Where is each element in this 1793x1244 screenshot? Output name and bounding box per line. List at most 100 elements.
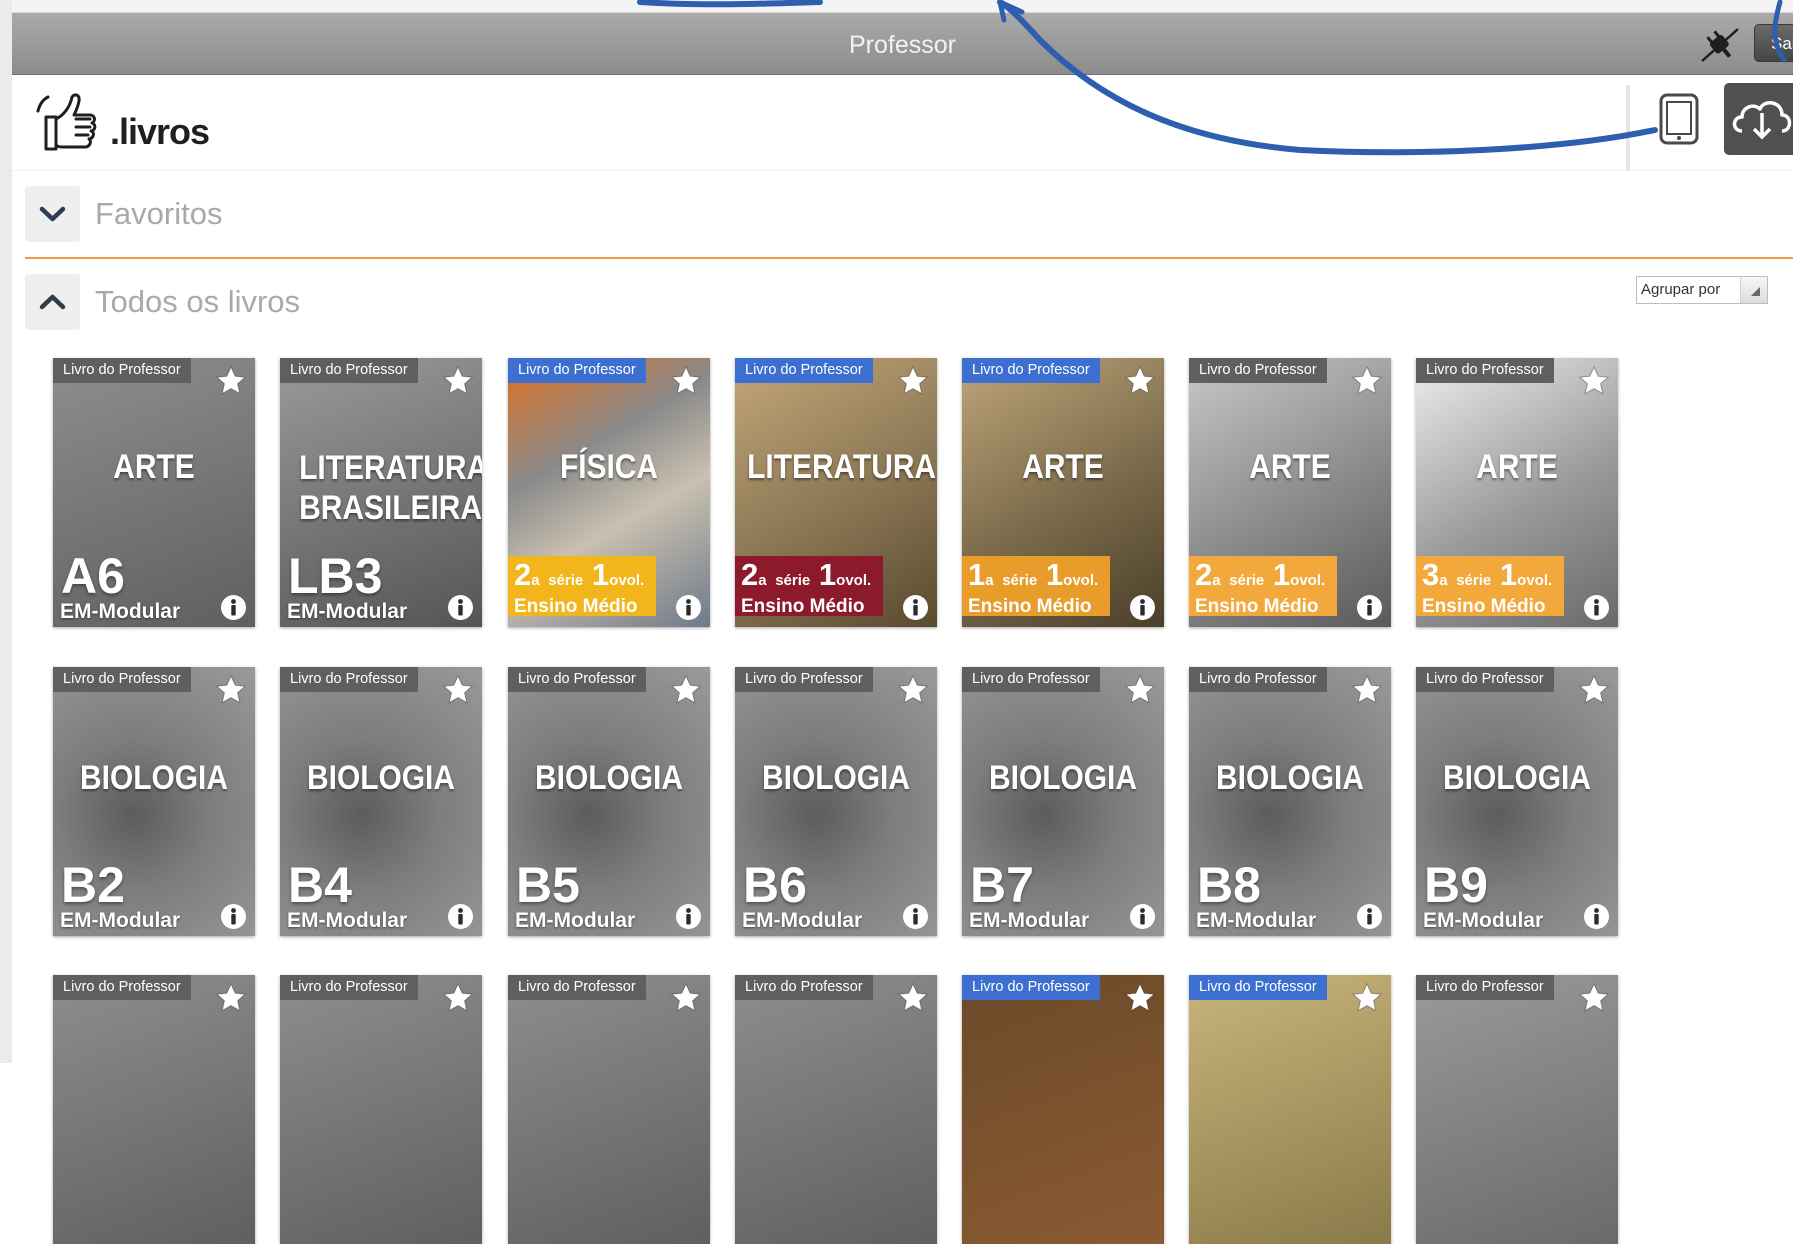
favorite-star-icon[interactable]: [1351, 365, 1383, 397]
book-cover[interactable]: Livro do Professor LITERATURA 2a série 1ov…: [735, 358, 937, 627]
book-code: B7: [970, 857, 1034, 913]
book-cover[interactable]: Livro do Professor ARTE 3a série 1ovol. Ens…: [1416, 358, 1618, 627]
chevron-up-icon: [39, 294, 66, 310]
info-icon[interactable]: [1583, 903, 1610, 930]
book-cover[interactable]: Livro do Professor: [280, 975, 482, 1244]
book-badge: Livro do Professor: [280, 358, 418, 383]
series-box: 3a série 1ovol. Ensino Médio: [1416, 556, 1564, 617]
app-logo[interactable]: .livros: [32, 89, 222, 155]
book-cover[interactable]: Livro do Professor LITERATURA BRASILEIRA L…: [280, 358, 482, 627]
book-badge: Livro do Professor: [1189, 358, 1327, 383]
series-box: 1a série 1ovol. Ensino Médio: [962, 556, 1110, 617]
book-cover[interactable]: Livro do Professor ARTE 1a série 1ovol. Ens…: [962, 358, 1164, 627]
exit-button[interactable]: Sair: [1754, 24, 1793, 62]
info-icon[interactable]: [1129, 594, 1156, 621]
favorite-star-icon[interactable]: [215, 982, 247, 1014]
all-books-toggle[interactable]: [25, 274, 80, 330]
book-code: B8: [1197, 857, 1261, 913]
book-cover[interactable]: Livro do Professor BIOLOGIA B2 EM-Modular: [53, 667, 255, 936]
series-label: série: [1002, 572, 1038, 589]
volume-ordinal: o: [609, 572, 619, 589]
cloud-download-icon: [1732, 101, 1792, 140]
info-icon[interactable]: [675, 594, 702, 621]
series-ordinal: a: [758, 572, 767, 589]
book-cover[interactable]: Livro do Professor BIOLOGIA B6 EM-Modular: [735, 667, 937, 936]
all-books-section-header[interactable]: Todos os livros: [25, 274, 1793, 330]
volume-label: vol.: [845, 572, 872, 589]
book-subtitle: EM-Modular: [1423, 909, 1544, 932]
favorites-section-header[interactable]: Favoritos: [25, 186, 1793, 242]
book-cover[interactable]: Livro do Professor FÍSICA 2a série 1ovol. E…: [508, 358, 710, 627]
group-by-select[interactable]: Agrupar por: [1636, 276, 1768, 304]
favorite-star-icon[interactable]: [1351, 674, 1383, 706]
info-icon[interactable]: [220, 594, 247, 621]
book-cover[interactable]: Livro do Professor: [53, 975, 255, 1244]
book-cover[interactable]: Livro do Professor BIOLOGIA B4 EM-Modular: [280, 667, 482, 936]
book-cover[interactable]: Livro do Professor ARTE 2a série 1ovol. Ens…: [1189, 358, 1391, 627]
favorite-star-icon[interactable]: [897, 674, 929, 706]
info-icon[interactable]: [1583, 594, 1610, 621]
book-title: ARTE: [1476, 448, 1558, 486]
favorite-star-icon[interactable]: [442, 982, 474, 1014]
info-icon[interactable]: [902, 903, 929, 930]
info-icon[interactable]: [1356, 903, 1383, 930]
book-title: ARTE: [1022, 448, 1104, 486]
favorite-star-icon[interactable]: [1351, 982, 1383, 1014]
favorite-star-icon[interactable]: [670, 674, 702, 706]
series-ordinal: a: [531, 572, 540, 589]
favorite-star-icon[interactable]: [442, 365, 474, 397]
book-cover[interactable]: Livro do Professor: [1416, 975, 1618, 1244]
favorite-star-icon[interactable]: [215, 674, 247, 706]
book-title: BIOLOGIA: [1216, 759, 1364, 797]
favorite-star-icon[interactable]: [1578, 982, 1610, 1014]
info-icon[interactable]: [1356, 594, 1383, 621]
cloud-download-button[interactable]: [1724, 83, 1793, 155]
info-icon[interactable]: [1129, 903, 1156, 930]
book-cover[interactable]: Livro do Professor BIOLOGIA B5 EM-Modular: [508, 667, 710, 936]
series-box: 2a série 1ovol. Ensino Médio: [508, 556, 656, 617]
book-cover[interactable]: Livro do Professor: [1189, 975, 1391, 1244]
book-code: A6: [61, 548, 125, 604]
book-cover[interactable]: Livro do Professor BIOLOGIA B8 EM-Modular: [1189, 667, 1391, 936]
favorite-star-icon[interactable]: [442, 674, 474, 706]
book-cover[interactable]: Livro do Professor ARTE A6 EM-Modular: [53, 358, 255, 627]
favorite-star-icon[interactable]: [1124, 674, 1156, 706]
book-cover[interactable]: Livro do Professor: [508, 975, 710, 1244]
series-box: 2a série 1ovol. Ensino Médio: [735, 556, 883, 617]
series-number: 2: [741, 557, 759, 592]
info-icon[interactable]: [447, 594, 474, 621]
favorite-star-icon[interactable]: [1124, 365, 1156, 397]
series-label: série: [548, 572, 584, 589]
volume-ordinal: o: [1290, 572, 1300, 589]
book-badge: Livro do Professor: [1416, 358, 1554, 383]
tablet-icon[interactable]: [1657, 93, 1701, 145]
book-title: BIOLOGIA: [1443, 759, 1591, 797]
favorite-star-icon[interactable]: [897, 365, 929, 397]
volume-label: vol.: [618, 572, 645, 589]
header-divider: [1626, 85, 1630, 170]
series-label: série: [1229, 572, 1265, 589]
favorite-star-icon[interactable]: [897, 982, 929, 1014]
series-number: 2: [514, 557, 532, 592]
favorite-star-icon[interactable]: [670, 365, 702, 397]
favorites-toggle[interactable]: [25, 186, 80, 242]
favorite-star-icon[interactable]: [1124, 982, 1156, 1014]
book-cover[interactable]: Livro do Professor BIOLOGIA B9 EM-Modular: [1416, 667, 1618, 936]
book-code: B9: [1424, 857, 1488, 913]
info-icon[interactable]: [902, 594, 929, 621]
info-icon[interactable]: [220, 903, 247, 930]
info-icon[interactable]: [675, 903, 702, 930]
favorite-star-icon[interactable]: [1578, 365, 1610, 397]
series-number: 3: [1422, 557, 1440, 592]
info-icon[interactable]: [447, 903, 474, 930]
level-label: Ensino Médio: [968, 596, 1092, 617]
favorite-star-icon[interactable]: [1578, 674, 1610, 706]
book-cover[interactable]: Livro do Professor: [962, 975, 1164, 1244]
favorite-star-icon[interactable]: [215, 365, 247, 397]
favorite-star-icon[interactable]: [670, 982, 702, 1014]
book-badge: Livro do Professor: [53, 358, 191, 383]
unplug-icon[interactable]: [1698, 25, 1742, 65]
book-badge: Livro do Professor: [735, 975, 873, 1000]
book-cover[interactable]: Livro do Professor BIOLOGIA B7 EM-Modular: [962, 667, 1164, 936]
book-cover[interactable]: Livro do Professor: [735, 975, 937, 1244]
